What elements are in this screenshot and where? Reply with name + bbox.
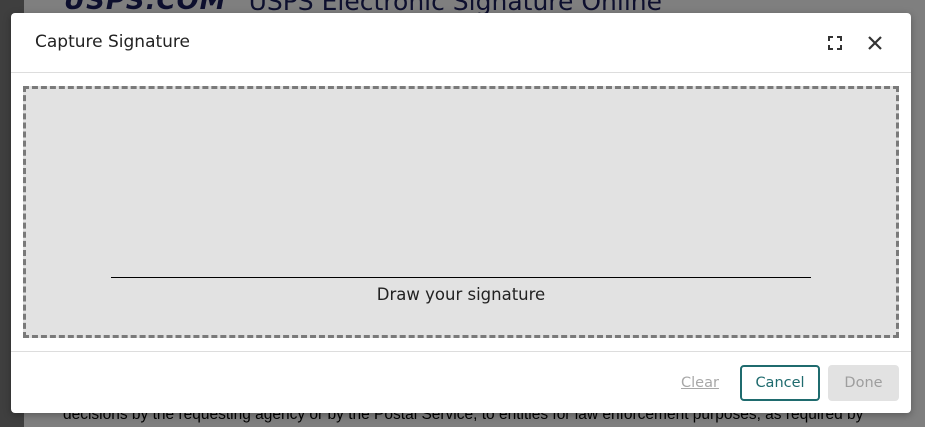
capture-signature-dialog: Capture Signature Draw your signature Cl… <box>11 13 911 413</box>
signature-pad[interactable]: Draw your signature <box>23 86 899 338</box>
dialog-body: Draw your signature <box>11 73 911 351</box>
signature-baseline <box>111 277 811 278</box>
close-button[interactable] <box>865 33 885 53</box>
fullscreen-icon <box>828 36 842 50</box>
dialog-title: Capture Signature <box>35 32 191 52</box>
dialog-header: Capture Signature <box>11 13 911 73</box>
close-icon <box>868 36 882 50</box>
cancel-button[interactable]: Cancel <box>740 365 820 401</box>
signature-caption: Draw your signature <box>376 285 546 304</box>
dialog-footer: Clear Cancel Done <box>11 351 911 413</box>
done-button[interactable]: Done <box>828 365 899 401</box>
fullscreen-button[interactable] <box>825 33 845 53</box>
clear-button[interactable]: Clear <box>675 365 725 401</box>
